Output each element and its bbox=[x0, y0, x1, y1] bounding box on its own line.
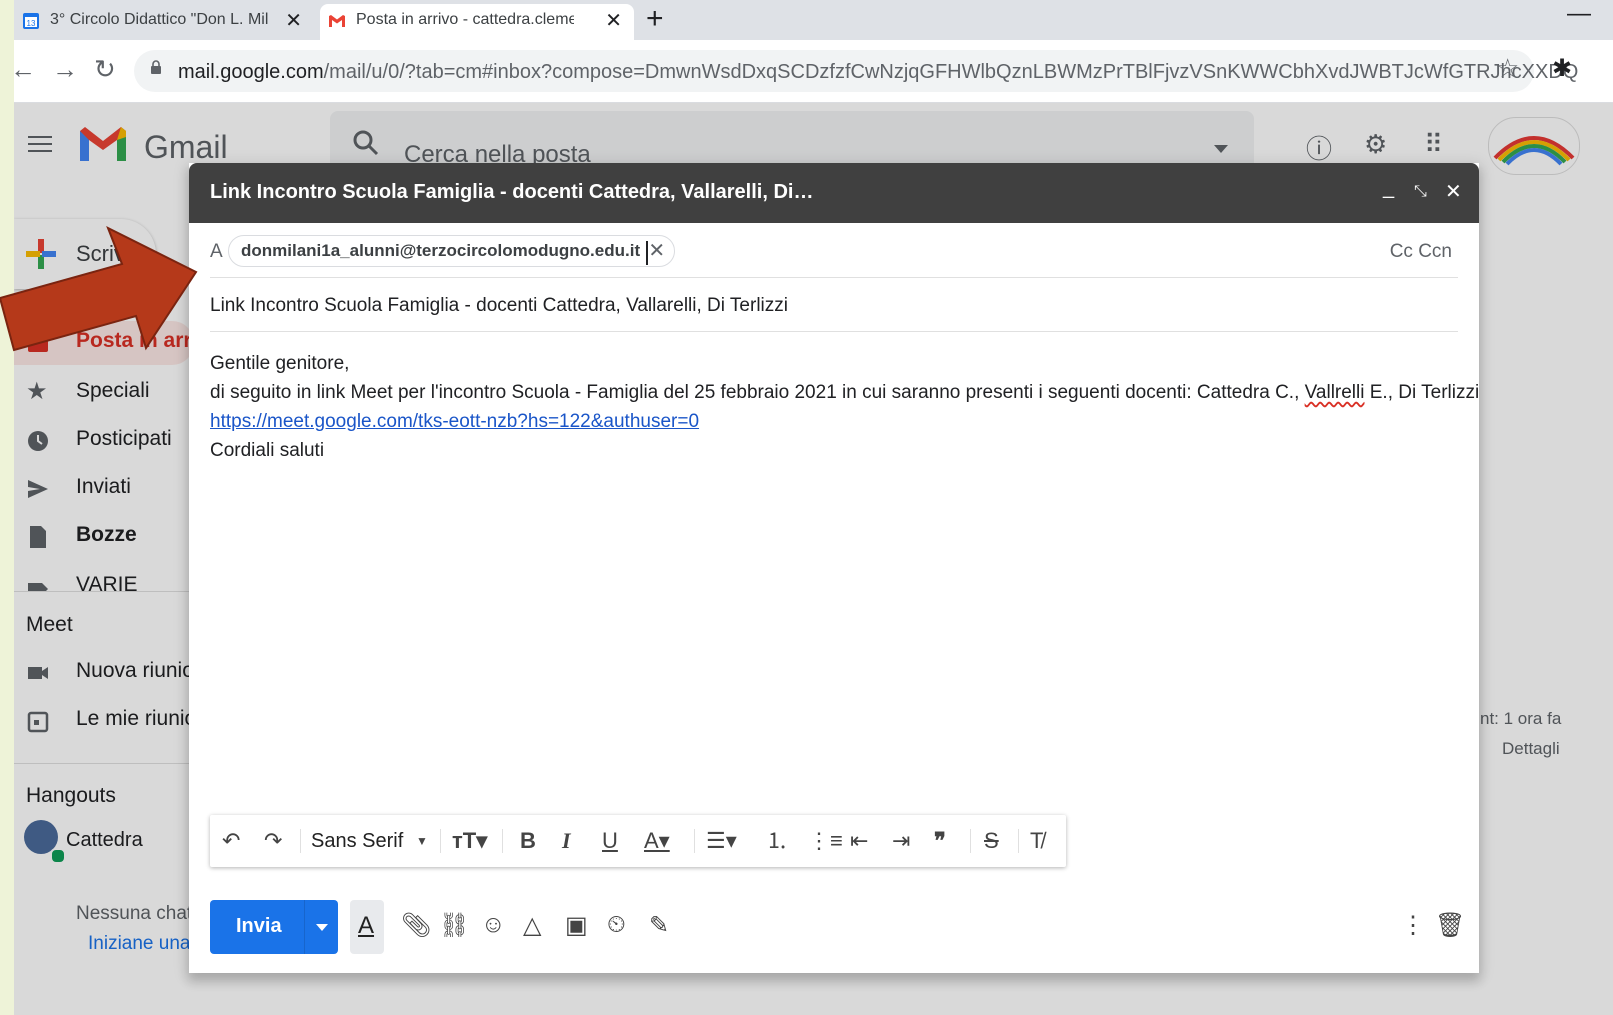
font-family-select[interactable]: Sans Serif bbox=[311, 827, 403, 855]
text-cursor bbox=[646, 241, 648, 265]
calendar-13-icon: 13 bbox=[23, 13, 39, 29]
redo-icon[interactable]: ↷ bbox=[264, 827, 282, 855]
formatting-toolbar: ↶ ↷ Sans Serif ▼ ᴛT▾ B I U A▾ ☰▾ ⒈ ⋮≡ ⇤ … bbox=[210, 815, 1066, 867]
close-icon[interactable]: ✕ bbox=[1445, 179, 1462, 204]
back-icon[interactable]: ← bbox=[14, 54, 36, 85]
minimize-icon[interactable]: _ bbox=[1383, 177, 1394, 200]
new-tab-button[interactable]: + bbox=[646, 2, 664, 36]
indent-less-icon[interactable]: ⇤ bbox=[850, 827, 868, 855]
recipient-chip[interactable]: donmilani1a_alunni@terzocircolomodugno.e… bbox=[228, 235, 676, 267]
signature-icon[interactable]: ✎ bbox=[649, 911, 669, 940]
align-icon[interactable]: ☰▾ bbox=[706, 827, 737, 855]
format-text-icon: A bbox=[358, 912, 375, 939]
gmail-app: Gmail Cerca nella posta ⓘ ⚙ ⠿ Scrivi Pos… bbox=[14, 103, 1613, 1015]
close-tab-icon[interactable]: ✕ bbox=[605, 8, 622, 33]
italic-icon[interactable]: I bbox=[562, 827, 571, 855]
close-tab-icon[interactable]: ✕ bbox=[285, 8, 302, 33]
browser-window: 13 3° Circolo Didattico "Don L. Milani" … bbox=[14, 0, 1613, 1015]
tab-circolo[interactable]: 13 3° Circolo Didattico "Don L. Milani" … bbox=[14, 4, 314, 44]
bold-icon[interactable]: B bbox=[520, 827, 536, 855]
exit-fullscreen-icon[interactable]: ⤡ bbox=[1414, 183, 1427, 201]
tab-title: Posta in arrivo - cattedra.clementina bbox=[356, 11, 574, 28]
body-text: di seguito in link Meet per l'incontro S… bbox=[210, 382, 1305, 403]
send-button[interactable]: Invia bbox=[210, 900, 338, 954]
recipients-row[interactable]: A donmilani1a_alunni@terzocircolomodugno… bbox=[210, 223, 1458, 278]
chevron-down-icon[interactable]: ▼ bbox=[416, 827, 428, 855]
body-text: E., Di Terlizzi bbox=[1364, 382, 1480, 403]
link-icon[interactable]: ⛓︎ bbox=[439, 911, 469, 940]
underline-icon[interactable]: U bbox=[602, 827, 618, 855]
emoji-icon[interactable]: ☺ bbox=[481, 911, 506, 939]
numbered-list-icon[interactable]: ⒈ bbox=[766, 827, 788, 855]
undo-icon[interactable]: ↶ bbox=[222, 827, 240, 855]
photo-icon[interactable]: ▣ bbox=[565, 911, 588, 940]
tab-title: 3° Circolo Didattico "Don L. Milani" bbox=[50, 11, 268, 28]
forward-icon[interactable]: → bbox=[52, 54, 78, 85]
svg-text:13: 13 bbox=[27, 19, 36, 28]
quote-icon[interactable]: ❞ bbox=[934, 827, 946, 855]
misspelled-word[interactable]: Vallrelli bbox=[1305, 382, 1365, 403]
body-closing: Cordiali saluti bbox=[210, 440, 325, 461]
reload-icon[interactable]: ↻ bbox=[94, 54, 116, 85]
more-options-icon[interactable]: ⋮ bbox=[1401, 911, 1425, 940]
address-bar[interactable]: mail.google.com/mail/u/0/?tab=cm#inbox?c… bbox=[134, 50, 1578, 92]
message-body[interactable]: Gentile genitore, di seguito in link Mee… bbox=[210, 349, 1479, 465]
subject-field[interactable]: Link Incontro Scuola Famiglia - docenti … bbox=[210, 295, 788, 317]
bookmark-star-icon[interactable]: ☆ bbox=[1496, 53, 1519, 84]
tab-gmail[interactable]: Posta in arrivo - cattedra.clementina ✕ bbox=[320, 4, 634, 44]
compose-header[interactable]: Link Incontro Scuola Famiglia - docenti … bbox=[189, 163, 1479, 223]
tab-strip: 13 3° Circolo Didattico "Don L. Milani" … bbox=[14, 0, 1613, 44]
schedule-send-icon[interactable] bbox=[316, 924, 328, 931]
text-color-icon[interactable]: A▾ bbox=[644, 827, 670, 855]
url-host: mail.google.com bbox=[178, 61, 324, 83]
extensions-icon[interactable]: ✱ bbox=[1552, 54, 1572, 83]
trash-icon[interactable]: 🗑︎ bbox=[1435, 911, 1465, 940]
annotation-arrow-icon bbox=[0, 225, 198, 352]
confidential-mode-icon[interactable]: ⏲ bbox=[607, 911, 626, 939]
meet-link[interactable]: https://meet.google.com/tks-eott-nzb?hs=… bbox=[210, 411, 699, 432]
formatting-options-button[interactable]: A bbox=[350, 900, 384, 954]
bulleted-list-icon[interactable]: ⋮≡ bbox=[808, 827, 843, 855]
compose-window: Link Incontro Scuola Famiglia - docenti … bbox=[189, 163, 1479, 973]
url-path: /mail/u/0/?tab=cm#inbox?compose=DmwnWsdD… bbox=[323, 61, 1579, 83]
drive-icon[interactable]: △ bbox=[523, 911, 541, 940]
strikethrough-icon[interactable]: S bbox=[984, 827, 999, 855]
indent-more-icon[interactable]: ⇥ bbox=[892, 827, 910, 855]
compose-title: Link Incontro Scuola Famiglia - docenti … bbox=[210, 181, 814, 203]
minimize-window-icon[interactable]: — bbox=[1567, 0, 1591, 28]
gmail-icon bbox=[329, 15, 345, 27]
url-text: mail.google.com/mail/u/0/?tab=cm#inbox?c… bbox=[178, 61, 1578, 84]
attach-icon[interactable]: 📎︎ bbox=[401, 911, 431, 940]
lock-icon bbox=[151, 60, 161, 74]
send-label: Invia bbox=[236, 915, 282, 937]
browser-toolbar: ← → ↻ mail.google.com/mail/u/0/?tab=cm#i… bbox=[14, 40, 1613, 103]
body-paragraph: di seguito in link Meet per l'incontro S… bbox=[210, 378, 1479, 407]
remove-recipient-icon[interactable]: ✕ bbox=[648, 236, 665, 266]
to-label: A bbox=[210, 241, 223, 262]
body-greeting: Gentile genitore, bbox=[210, 353, 350, 374]
subject-row[interactable]: Link Incontro Scuola Famiglia - docenti … bbox=[210, 277, 1458, 332]
cc-bcc-button[interactable]: Cc Ccn bbox=[1390, 241, 1452, 263]
recipient-email: donmilani1a_alunni@terzocircolomodugno.e… bbox=[241, 241, 641, 260]
font-size-icon[interactable]: ᴛT▾ bbox=[452, 827, 487, 855]
clear-formatting-icon[interactable]: T̸ bbox=[1030, 827, 1043, 855]
